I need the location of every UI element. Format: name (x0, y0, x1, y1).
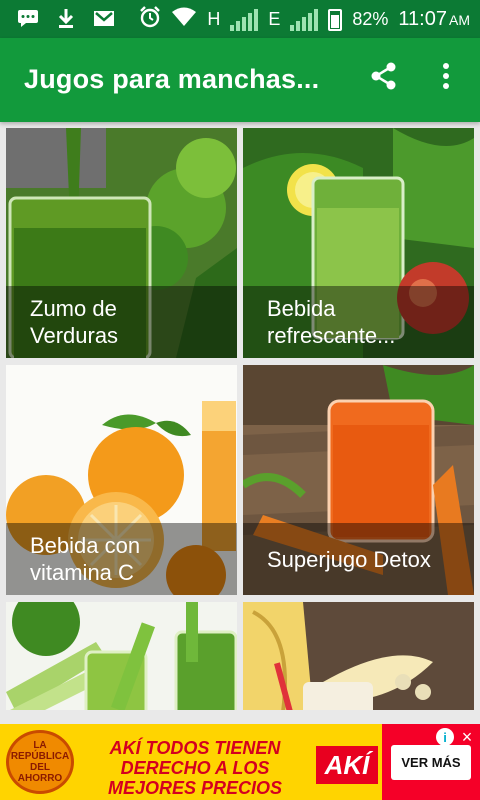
recipe-caption: Zumo de Verduras (6, 286, 237, 358)
ad-headline: AKÍ TODOS TIENEN DERECHO A LOS MEJORES P… (107, 738, 283, 798)
share-button[interactable] (366, 60, 402, 96)
recipe-caption: Bebida con vitamina C (6, 523, 237, 595)
recipe-card[interactable]: Zumo de Verduras (6, 128, 237, 358)
ad-logo-text: LA REPÚBLICA DEL AHORRO (10, 740, 70, 784)
recipe-card[interactable] (6, 602, 237, 710)
recipe-image (6, 602, 237, 710)
recipe-card[interactable]: Bebida refrescante... (243, 128, 474, 358)
recipe-image (243, 602, 474, 710)
signal-icon-2 (290, 8, 319, 31)
more-vert-icon (442, 62, 450, 94)
ad-banner[interactable]: LA REPÚBLICA DEL AHORRO AKÍ TODOS TIENEN… (0, 724, 480, 800)
page-title: Jugos para manchas... (24, 64, 320, 94)
network-type-h: H (207, 9, 221, 29)
gmail-icon (92, 8, 116, 28)
share-icon (369, 61, 399, 96)
close-icon[interactable]: × (458, 727, 476, 747)
clock-ampm: AM (449, 12, 470, 28)
recipe-title: Superjugo Detox (267, 546, 431, 572)
download-icon (54, 8, 78, 28)
recipe-title: Bebida con vitamina C (30, 533, 141, 585)
recipe-caption: Bebida refrescante... (243, 286, 474, 358)
recipe-caption: Superjugo Detox (243, 523, 474, 595)
alarm-icon (139, 6, 161, 33)
battery-icon (328, 8, 343, 31)
signal-icon (230, 8, 259, 31)
recipe-grid: Zumo de Verduras Bebida refrescante... B… (6, 128, 474, 710)
app-bar: Jugos para manchas... (0, 38, 480, 122)
ad-brand: AKÍ (316, 746, 378, 784)
wifi-icon (171, 7, 197, 32)
clock: 11:07 AM (398, 8, 470, 31)
message-icon (16, 8, 40, 28)
recipe-card[interactable] (243, 602, 474, 710)
recipe-card[interactable]: Bebida con vitamina C (6, 365, 237, 595)
ad-cta-label: VER MÁS (391, 744, 471, 780)
recipe-title: Bebida refrescante... (267, 296, 396, 348)
battery-percent: 82% (352, 9, 389, 29)
network-type-e: E (268, 9, 281, 29)
recipe-card[interactable]: Superjugo Detox (243, 365, 474, 595)
recipe-title: Zumo de Verduras (30, 296, 119, 348)
info-icon[interactable]: i (436, 728, 454, 746)
ad-logo: LA REPÚBLICA DEL AHORRO (6, 730, 74, 794)
status-bar: H E 82% 11:07 AM (0, 0, 480, 38)
clock-time: 11:07 (398, 8, 447, 30)
more-options-button[interactable] (430, 60, 462, 96)
